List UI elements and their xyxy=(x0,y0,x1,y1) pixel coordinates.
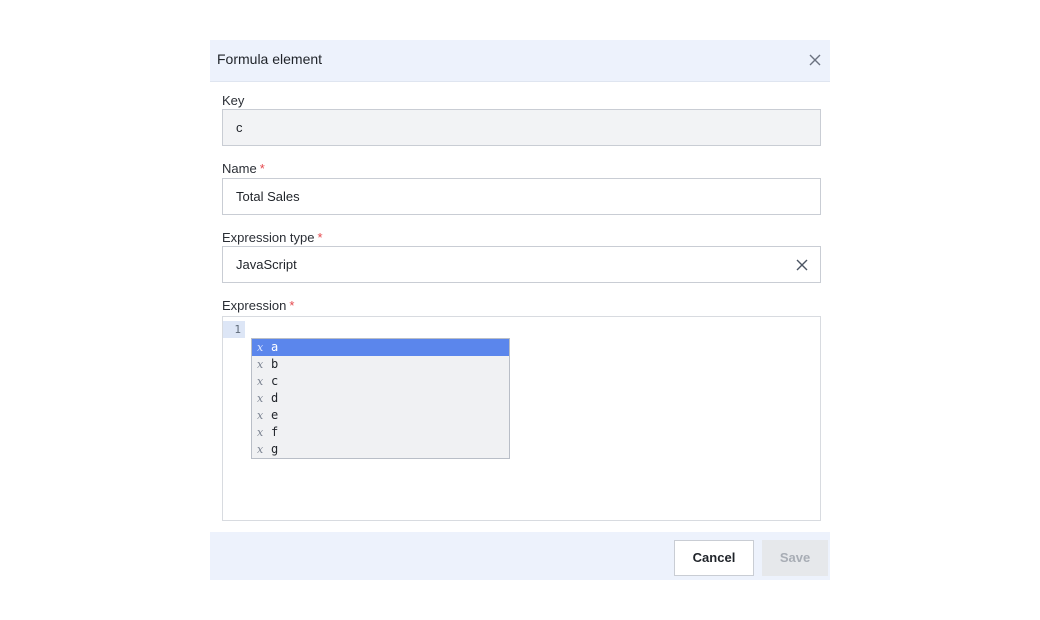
autocomplete-item-g[interactable]: x g xyxy=(252,441,509,458)
expression-label-text: Expression xyxy=(222,298,287,313)
required-mark: * xyxy=(317,230,323,245)
variable-icon: x xyxy=(257,426,264,439)
autocomplete-item-f[interactable]: x f xyxy=(252,424,509,441)
autocomplete-item-e[interactable]: x e xyxy=(252,407,509,424)
autocomplete-item-label: b xyxy=(271,357,279,371)
expression-type-value: JavaScript xyxy=(236,257,297,272)
line-number: 1 xyxy=(223,321,245,338)
variable-icon: x xyxy=(257,392,264,405)
required-mark: * xyxy=(289,298,295,313)
autocomplete-item-d[interactable]: x d xyxy=(252,390,509,407)
autocomplete-item-label: d xyxy=(271,391,279,405)
required-mark: * xyxy=(259,161,265,176)
expression-label: Expression * xyxy=(222,298,294,313)
save-button[interactable]: Save xyxy=(762,540,828,576)
autocomplete-list: x a x b x c x d x e x f x g xyxy=(251,338,510,459)
expression-editor[interactable]: 1 x a x b x c x d x e x f x g xyxy=(222,316,821,521)
dialog-header: Formula element xyxy=(210,40,830,82)
autocomplete-item-label: c xyxy=(271,374,279,388)
autocomplete-item-b[interactable]: x b xyxy=(252,356,509,373)
autocomplete-item-label: f xyxy=(271,425,279,439)
dialog-title: Formula element xyxy=(217,51,323,67)
name-label-text: Name xyxy=(222,161,257,176)
autocomplete-item-label: g xyxy=(271,442,279,456)
key-value: c xyxy=(236,120,243,135)
key-field[interactable]: c xyxy=(222,109,821,146)
variable-icon: x xyxy=(257,443,264,456)
expression-type-select[interactable]: JavaScript xyxy=(222,246,821,283)
close-icon[interactable] xyxy=(807,52,823,68)
name-field[interactable]: Total Sales xyxy=(222,178,821,215)
autocomplete-item-label: e xyxy=(271,408,279,422)
variable-icon: x xyxy=(257,358,264,371)
key-label: Key xyxy=(222,93,244,108)
name-value: Total Sales xyxy=(236,189,300,204)
name-label: Name * xyxy=(222,161,265,176)
autocomplete-item-c[interactable]: x c xyxy=(252,373,509,390)
autocomplete-item-a[interactable]: x a xyxy=(252,339,509,356)
cancel-button[interactable]: Cancel xyxy=(674,540,754,576)
variable-icon: x xyxy=(257,409,264,422)
dialog-footer: Cancel Save xyxy=(210,532,830,580)
variable-icon: x xyxy=(257,341,264,354)
clear-icon[interactable] xyxy=(795,258,809,272)
expression-type-label: Expression type * xyxy=(222,230,323,245)
variable-icon: x xyxy=(257,375,264,388)
formula-element-dialog: Formula element Key c Name * Total Sales … xyxy=(210,40,830,580)
autocomplete-item-label: a xyxy=(271,340,279,354)
expression-type-label-text: Expression type xyxy=(222,230,315,245)
key-label-text: Key xyxy=(222,93,245,108)
